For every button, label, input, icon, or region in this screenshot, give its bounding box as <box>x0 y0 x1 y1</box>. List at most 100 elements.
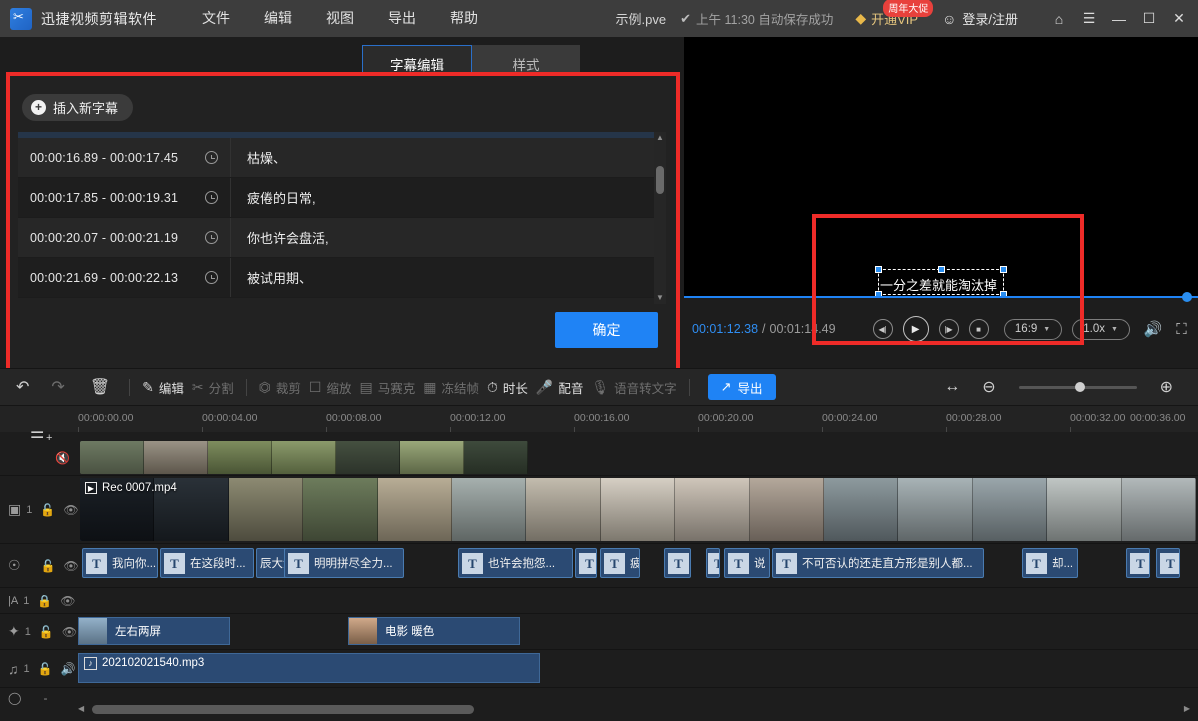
subtitle-list[interactable]: 00:00:16.89 - 00:00:17.45 枯燥、 00:00:17.8… <box>18 132 666 304</box>
text-clip[interactable]: T 不可否认的还走直方形是别人都... <box>772 548 984 578</box>
subtitle-text-cell[interactable]: 枯燥、 <box>230 138 666 177</box>
scrollbar-thumb[interactable] <box>656 166 664 194</box>
unlock-icon[interactable]: 🔓 <box>39 625 54 639</box>
menu-item-edit[interactable]: 编辑 <box>247 0 309 37</box>
insert-subtitle-button[interactable]: + 插入新字幕 <box>22 94 134 121</box>
aspect-ratio-dropdown[interactable]: 16:9 ▼ <box>1003 318 1062 340</box>
text-clip[interactable]: T 却... <box>1022 548 1078 578</box>
timeline-ruler[interactable]: 00:00:00.00 00:00:04.00 00:00:08.00 00:0… <box>0 406 1198 447</box>
effect-track[interactable]: ✦ 1 🔓 👁 左右两屏 电影 暖色 <box>0 614 1198 650</box>
resize-handle-tr[interactable] <box>1000 266 1007 273</box>
text-clip[interactable]: T <box>1126 548 1150 578</box>
eye-icon[interactable]: 👁 <box>62 625 77 639</box>
clock-icon[interactable] <box>205 191 218 204</box>
text-clip[interactable]: T 在这段时... <box>160 548 254 578</box>
resize-handle-tl[interactable] <box>875 266 882 273</box>
fit-timeline-icon[interactable]: ↔ <box>944 378 960 396</box>
speaker-mute-icon[interactable]: 🔇 <box>55 451 70 465</box>
unlock-icon[interactable]: 🔓 <box>41 559 56 573</box>
toolbar-split-button[interactable]: ✂ 分割 <box>192 378 234 397</box>
subtitle-text-cell[interactable]: 被试用期、 <box>230 258 666 297</box>
login-button[interactable]: ☺ 登录/注册 <box>942 9 1018 28</box>
fullscreen-icon[interactable]: ⛶ <box>1176 321 1187 338</box>
undo-icon[interactable]: ↶ <box>16 377 29 397</box>
pip-track[interactable]: 🔇 <box>0 440 1198 476</box>
text-clip[interactable]: T 明明拼尽全力... <box>284 548 404 578</box>
effect-clip[interactable]: 电影 暖色 <box>348 617 520 645</box>
toolbar-dubbing-button[interactable]: 🎤 配音 <box>536 378 583 397</box>
toolbar-edit-button[interactable]: ✎ 编辑 <box>142 378 184 397</box>
menu-item-export[interactable]: 导出 <box>371 0 433 37</box>
subtitle-row[interactable]: 00:00:16.89 - 00:00:17.45 枯燥、 <box>18 138 666 178</box>
subtitle-selection-box[interactable] <box>875 266 1007 298</box>
unlock-icon[interactable]: - <box>43 691 47 705</box>
playhead-knob[interactable] <box>1182 292 1192 302</box>
scroll-right-arrow-icon[interactable]: ▶ <box>1184 704 1190 713</box>
subtitle-list-scrollbar[interactable]: ▲ ▼ <box>654 132 666 304</box>
maximize-button[interactable]: ☐ <box>1134 0 1164 37</box>
close-button[interactable]: ✕ <box>1164 0 1194 37</box>
unlock-icon[interactable]: 🔓 <box>40 503 55 517</box>
subtitle-text-cell[interactable]: 你也许会盘活, <box>230 218 666 257</box>
audio-clip[interactable]: ♪ 202102021540.mp3 <box>78 653 540 683</box>
scroll-up-arrow-icon[interactable]: ▲ <box>654 132 666 144</box>
clock-icon[interactable] <box>205 271 218 284</box>
text-clip[interactable]: T <box>706 548 720 578</box>
text-track[interactable]: |A 1 🔒 👁 <box>0 588 1198 614</box>
voice-text-track[interactable]: ☉ 🔓 👁 T我向你... T在这段时... 辰大淘 T明明拼尽全力... T也… <box>0 544 1198 588</box>
audio-track-body[interactable]: ♪ 202102021540.mp3 <box>78 650 1198 687</box>
toolbar-duration-button[interactable]: ⏱ 时长 <box>487 378 528 397</box>
minimize-button[interactable]: — <box>1104 0 1134 37</box>
trash-icon[interactable]: 🗑 <box>90 377 110 397</box>
eye-icon[interactable]: 👁 <box>64 559 79 573</box>
video-clip[interactable]: ▶ Rec 0007.mp4 <box>80 478 1196 541</box>
resize-handle-tc[interactable] <box>938 266 945 273</box>
toolbar-crop-button[interactable]: ⏣ 裁剪 <box>259 378 301 397</box>
confirm-button[interactable]: 确定 <box>555 312 658 348</box>
clock-icon[interactable] <box>205 231 218 244</box>
export-button[interactable]: ↗ 导出 <box>707 374 776 400</box>
scroll-down-arrow-icon[interactable]: ▼ <box>654 292 666 304</box>
speed-dropdown[interactable]: 1.0x ▼ <box>1071 318 1130 340</box>
speaker-icon[interactable]: 🔊 <box>61 662 76 676</box>
menu-item-view[interactable]: 视图 <box>309 0 371 37</box>
toolbar-scale-button[interactable]: ☐ 缩放 <box>309 378 352 397</box>
play-icon[interactable]: ▶ <box>902 316 929 342</box>
clock-icon[interactable] <box>205 151 218 164</box>
text-clip[interactable]: T说 <box>724 548 770 578</box>
eye-icon[interactable]: 👁 <box>60 594 75 608</box>
subtitle-text-cell[interactable]: 疲倦的日常, <box>230 178 666 217</box>
timeline-horizontal-scrollbar[interactable]: ◀ ▶ <box>78 704 1190 715</box>
subtitle-row[interactable]: 00:00:20.07 - 00:00:21.19 你也许会盘活, <box>18 218 666 258</box>
video-track-body[interactable]: ▶ Rec 0007.mp4 <box>78 476 1198 543</box>
text-clip[interactable]: T 也许会抱怨... <box>458 548 573 578</box>
text-clip[interactable]: T 我向你... <box>82 548 158 578</box>
toolbar-mosaic-button[interactable]: ▤ 马赛克 <box>359 378 415 397</box>
subtitle-time-cell[interactable]: 00:00:17.85 - 00:00:19.31 <box>18 191 230 205</box>
zoom-slider-knob[interactable] <box>1074 382 1085 392</box>
stop-icon[interactable]: ■ <box>968 319 989 339</box>
zoom-slider[interactable] <box>1018 382 1137 392</box>
preview-progress-bar[interactable] <box>684 292 1198 302</box>
eye-off-icon[interactable]: 👁 <box>63 503 78 517</box>
subtitle-row[interactable]: 00:00:21.69 - 00:00:22.13 被试用期、 <box>18 258 666 298</box>
step-forward-icon[interactable]: |▶ <box>938 319 959 339</box>
speaker-icon[interactable]: 🔊 <box>1144 320 1163 338</box>
effect-track-body[interactable]: 左右两屏 电影 暖色 <box>78 614 1198 649</box>
subtitle-time-cell[interactable]: 00:00:21.69 - 00:00:22.13 <box>18 271 230 285</box>
step-back-icon[interactable]: ◀| <box>872 319 893 339</box>
redo-icon[interactable]: ↷ <box>51 377 64 397</box>
zoom-out-icon[interactable]: ⊖ <box>982 377 995 397</box>
subtitle-row[interactable]: 00:00:17.85 - 00:00:19.31 疲倦的日常, <box>18 178 666 218</box>
text-clip[interactable]: T <box>1156 548 1180 578</box>
zoom-in-icon[interactable]: ⊕ <box>1160 377 1173 397</box>
pip-clip[interactable] <box>80 441 528 474</box>
text-clip[interactable]: T <box>664 548 691 578</box>
video-track[interactable]: ▣ 1 🔓 👁 ▶ Rec 0007.mp4 <box>0 476 1198 544</box>
toolbar-speech-to-text-button[interactable]: 🎙 语音转文字 <box>591 378 676 397</box>
toolbar-freeze-frame-button[interactable]: ▦ 冻结帧 <box>423 378 479 397</box>
video-preview[interactable]: 一分之差就能淘汰掉 <box>684 37 1198 297</box>
pip-track-body[interactable] <box>78 440 1198 475</box>
subtitle-time-cell[interactable]: 00:00:16.89 - 00:00:17.45 <box>18 151 230 165</box>
scroll-left-arrow-icon[interactable]: ◀ <box>78 704 84 713</box>
